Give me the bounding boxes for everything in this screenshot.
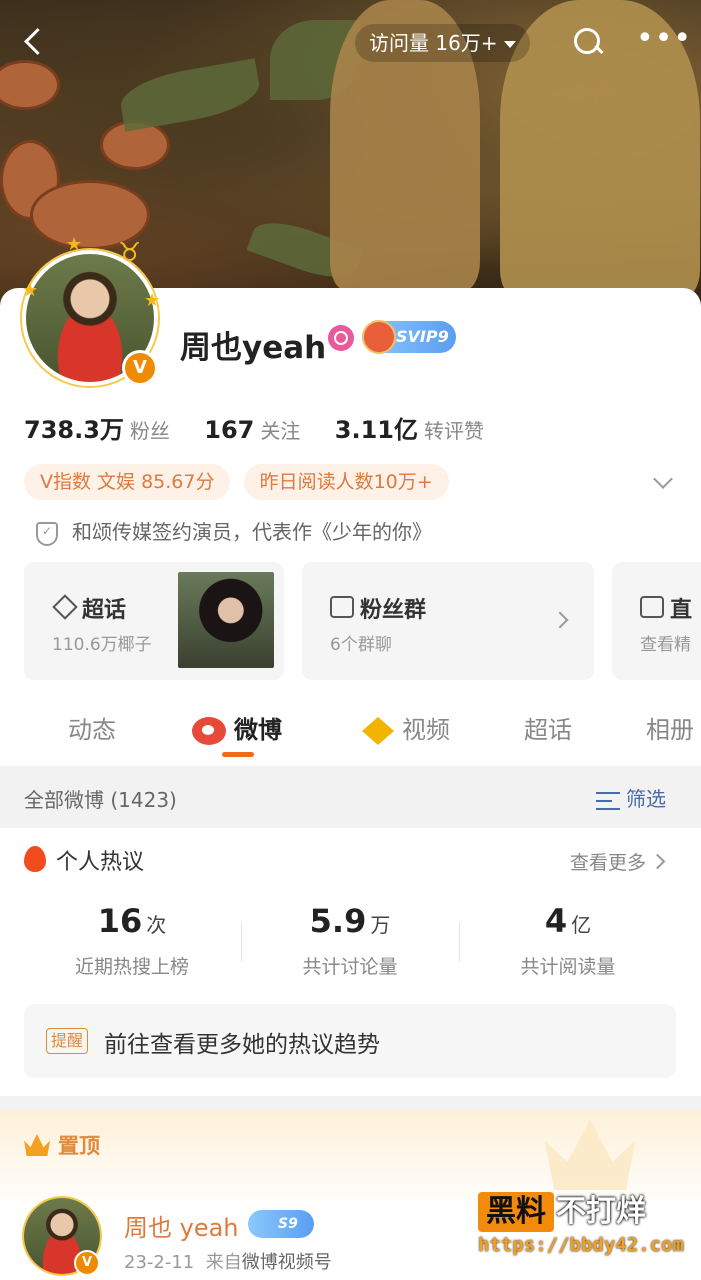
fans-count: 738.3万: [24, 416, 124, 444]
profile-avatar[interactable]: ★ ★ ★ ♉ V: [22, 234, 162, 390]
flame-icon: [24, 846, 46, 872]
more-icon[interactable]: •••: [636, 24, 691, 60]
metric-unit: 万: [370, 913, 391, 937]
metric-unit: 亿: [571, 913, 592, 937]
tab-video[interactable]: 视频: [362, 710, 450, 745]
fan-group-title: 粉丝群: [360, 598, 427, 623]
pinned-label: 置顶: [58, 1134, 100, 1158]
profile-name: 周也yeah: [180, 330, 327, 366]
following-stat[interactable]: 167 关注: [204, 415, 300, 444]
post-author-name[interactable]: 周也 yeah: [124, 1208, 239, 1243]
supertopic-title: 超话: [82, 598, 127, 623]
verification-info: 和颂传媒签约演员，代表作《少年的你》: [36, 516, 432, 546]
hot-discussion-section: 个人热议 查看更多 16 次 近期热搜上榜 5.9 万 共计讨论量 4亿 共计阅读量…: [0, 828, 701, 1096]
crown-decoration-icon: [545, 1120, 635, 1190]
metric-label: 近期热搜上榜: [74, 956, 189, 978]
metric-label: 共计阅读量: [520, 956, 616, 978]
likes-count: 3.11亿: [334, 416, 418, 444]
fans-label: 粉丝: [129, 419, 170, 443]
filter-icon: [596, 791, 620, 810]
back-icon[interactable]: [16, 24, 52, 60]
star-icon: ★: [144, 290, 161, 311]
star-icon: ★: [66, 234, 83, 255]
verification-text: 和颂传媒签约演员，代表作《少年的你》: [72, 520, 432, 544]
metric-unit: 次: [146, 913, 167, 937]
discussion-metric: 5.9 万 共计讨论量: [240, 902, 460, 979]
watermark: 黑料 不打烊 https://bbdy42.com: [478, 1186, 688, 1256]
live-title: 直: [670, 598, 693, 623]
top-bar: 访问量 16万+ •••: [0, 18, 701, 68]
visit-count-button[interactable]: 访问量 16万+: [355, 24, 530, 62]
tab-video-label: 视频: [402, 716, 450, 744]
tab-weibo[interactable]: 微博: [192, 710, 282, 745]
vip-drum-icon: [362, 320, 396, 354]
metric-value: 4: [544, 902, 568, 940]
likes-label: 转评赞: [423, 419, 484, 443]
following-count: 167: [204, 416, 255, 444]
star-icon: ★: [22, 280, 39, 301]
live-card[interactable]: 直 查看精: [612, 562, 701, 680]
watermark-url: https://bbdy42.com: [478, 1234, 684, 1256]
diamond-icon: [52, 596, 76, 618]
chevron-right-icon: [551, 611, 569, 629]
tv-icon: [330, 596, 354, 618]
filter-button[interactable]: 筛选: [596, 783, 666, 812]
read-count-tag[interactable]: 昨日阅读人数10万+: [243, 464, 449, 500]
likes-stat[interactable]: 3.11亿 转评赞: [335, 410, 484, 445]
metric-label: 共计讨论量: [302, 956, 398, 978]
post-source[interactable]: 微博视频号: [242, 1252, 332, 1273]
hot-discussion-title: 个人热议: [56, 850, 145, 875]
watermark-box: 黑料: [478, 1192, 554, 1232]
active-tab-indicator: [222, 752, 254, 757]
video-icon: [362, 717, 394, 745]
all-weibo-label[interactable]: 全部微博 (1423): [24, 784, 177, 813]
post-meta: 23-2-11 来自微博视频号: [124, 1248, 332, 1274]
metric-value: 5.9: [309, 902, 367, 940]
tab-supertopic[interactable]: 超话: [524, 710, 572, 745]
reminder-text: 前往查看更多她的热议趋势: [104, 1032, 380, 1058]
weibo-icon: [192, 717, 226, 745]
section-gap: [0, 1096, 701, 1110]
reminder-chip: 提醒: [46, 1028, 89, 1054]
crown-icon: [24, 1134, 50, 1156]
search-icon[interactable]: [570, 24, 606, 60]
search-badge-icon[interactable]: [328, 325, 354, 351]
verified-badge: V: [122, 350, 158, 386]
see-more-link[interactable]: 查看更多: [570, 848, 663, 875]
trend-reminder[interactable]: 提醒 前往查看更多她的热议趋势: [24, 1004, 676, 1078]
post-vip-badge: S9: [248, 1210, 314, 1238]
profile-stats: 738.3万 粉丝 167 关注 3.11亿 转评赞: [24, 410, 512, 450]
taurus-icon: ♉: [118, 238, 142, 268]
visit-count-label: 访问量 16万+: [369, 31, 498, 55]
supertopic-photo: [178, 572, 274, 668]
verified-badge: V: [74, 1250, 100, 1276]
caret-down-icon: [503, 41, 516, 48]
tab-weibo-label: 微博: [234, 716, 282, 744]
supertopic-card[interactable]: 超话 110.6万椰子: [24, 562, 284, 680]
weibo-list-header: 全部微博 (1423) 筛选: [0, 766, 701, 828]
post-date: 23-2-11: [124, 1252, 195, 1273]
tab-album[interactable]: 相册: [646, 710, 694, 745]
following-label: 关注: [260, 419, 301, 443]
shield-icon: [36, 521, 58, 546]
fan-group-subtitle: 6个群聊: [330, 635, 392, 655]
metric-value: 16: [97, 902, 143, 940]
live-subtitle: 查看精: [640, 635, 691, 655]
hot-search-metric: 16 次 近期热搜上榜: [22, 902, 242, 979]
filter-label: 筛选: [626, 787, 666, 811]
profile-tabs: 动态 微博 视频 超话 相册: [0, 700, 701, 760]
fans-stat[interactable]: 738.3万 粉丝: [24, 410, 170, 445]
watermark-text: 不打烊: [556, 1194, 646, 1229]
read-metric: 4亿 共计阅读量: [458, 902, 678, 979]
post-from-prefix: 来自: [205, 1252, 242, 1273]
supertopic-subtitle: 110.6万椰子: [52, 635, 152, 655]
profile-tags: V指数 文娱 85.67分 昨日阅读人数10万+: [24, 464, 457, 500]
v-index-tag[interactable]: V指数 文娱 85.67分: [24, 464, 231, 500]
fan-group-card[interactable]: 粉丝群 6个群聊: [302, 562, 594, 680]
tv-icon: [640, 596, 664, 618]
tab-dynamics[interactable]: 动态: [68, 710, 116, 745]
